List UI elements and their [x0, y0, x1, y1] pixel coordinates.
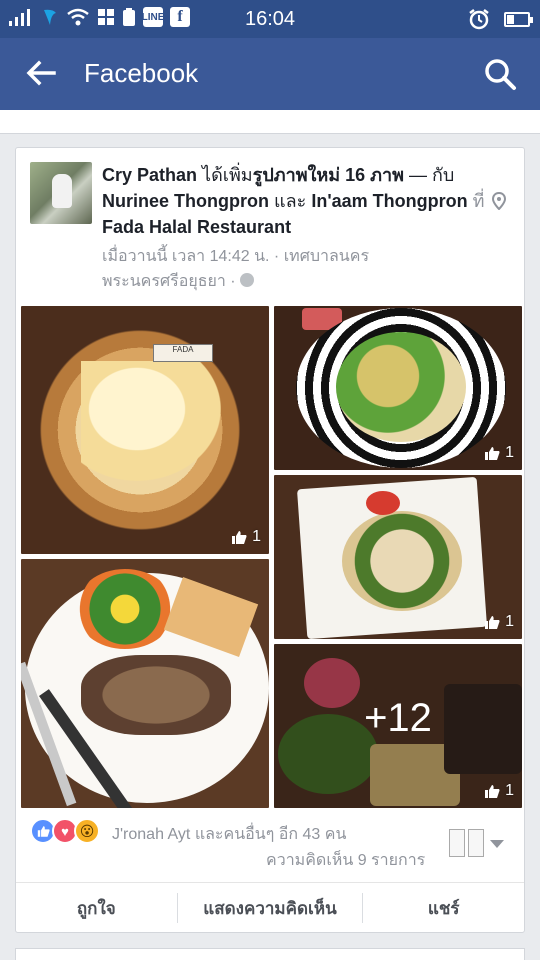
chevron-down-icon[interactable]	[490, 840, 504, 848]
photo-like-count: 1	[484, 782, 514, 800]
place-name[interactable]: Fada Halal Restaurant	[102, 217, 291, 237]
photo-more[interactable]: +12 1	[274, 644, 522, 808]
app-title: Facebook	[84, 58, 199, 88]
post-timestamp-location[interactable]: เมื่อวานนี้ เวลา 14:42 น. · เทศบาลนคร	[102, 244, 502, 269]
photo-detail	[75, 569, 175, 649]
post-actions: ถูกใจ แสดงความคิดเห็น แชร์	[16, 883, 524, 933]
photo-fried-rice[interactable]: 1	[274, 475, 522, 639]
photo-detail	[342, 511, 462, 611]
post-card: Cry Pathan ได้เพิ่มรูปภาพใหม่ 16 ภาพ — ก…	[15, 147, 525, 933]
back-arrow-icon[interactable]	[24, 58, 58, 88]
photo-mussels[interactable]: 1	[274, 306, 522, 470]
thumb-up-icon	[485, 785, 500, 798]
reactors-summary[interactable]: J'ronah Ayt และคนอื่นๆ อีก 43 คน	[112, 822, 346, 847]
photo-pizza[interactable]: FADA 1	[21, 306, 269, 554]
photo-like-count-value: 1	[505, 444, 514, 461]
previous-story-strip	[0, 110, 540, 134]
photo-like-count-value: 1	[505, 613, 514, 630]
with-text: — กับ	[409, 165, 455, 185]
comment-button[interactable]: แสดงความคิดเห็น	[176, 893, 364, 923]
author-name[interactable]: Cry Pathan	[102, 165, 197, 185]
photo-like-count: 1	[484, 444, 514, 462]
thumb-up-icon	[485, 616, 500, 629]
status-time: 16:04	[244, 8, 296, 30]
share-button[interactable]: แชร์	[363, 883, 524, 933]
photo-steak[interactable]	[21, 559, 269, 808]
thumb-up-icon	[485, 447, 500, 460]
page-thumbnail	[468, 829, 484, 857]
post-location-line2: พระนครศรีอยุธยา ·	[102, 273, 236, 290]
tagged-user-1[interactable]: Nurinee Thongpron	[102, 191, 269, 211]
at-text: ที่	[472, 191, 485, 211]
thumb-up-icon	[232, 531, 247, 544]
page-thumbnail	[449, 829, 465, 857]
search-icon[interactable]	[482, 56, 518, 92]
post-meta: เมื่อวานนี้ เวลา 14:42 น. · เทศบาลนคร พร…	[102, 244, 502, 294]
action-text: ได้เพิ่ม	[202, 165, 253, 185]
app-bar: Facebook	[0, 38, 540, 110]
photos-link[interactable]: รูปภาพใหม่ 16 ภาพ	[253, 165, 404, 185]
photo-detail	[81, 655, 231, 735]
reaction-icons[interactable]: ♥ 😮	[30, 818, 100, 844]
next-post-card	[15, 948, 525, 960]
status-icons-right	[468, 8, 533, 30]
comments-count[interactable]: ความคิดเห็น 9 รายการ	[266, 848, 425, 873]
photo-detail	[366, 491, 400, 515]
wow-reaction-icon: 😮	[74, 818, 100, 844]
location-pin-icon	[491, 192, 506, 210]
photo-like-count-value: 1	[252, 528, 261, 545]
avatar[interactable]	[30, 162, 92, 224]
pizza-flag: FADA	[153, 344, 213, 362]
alarm-icon	[469, 9, 489, 30]
battery-icon	[504, 11, 533, 27]
tagged-pages[interactable]	[449, 829, 484, 857]
and-text: และ	[274, 191, 307, 211]
photo-like-count-value: 1	[505, 782, 514, 799]
photo-like-count: 1	[484, 613, 514, 631]
more-photos-count: +12	[364, 696, 432, 740]
tagged-user-2[interactable]: In'aam Thongpron	[311, 191, 467, 211]
globe-icon	[239, 273, 254, 287]
photo-like-count: 1	[231, 528, 261, 546]
photo-detail	[336, 332, 466, 442]
photo-detail	[81, 361, 221, 481]
post-headline: Cry Pathan ได้เพิ่มรูปภาพใหม่ 16 ภาพ — ก…	[102, 162, 512, 240]
like-button[interactable]: ถูกใจ	[16, 883, 177, 933]
status-bar: LINE f 16:04	[0, 0, 540, 38]
